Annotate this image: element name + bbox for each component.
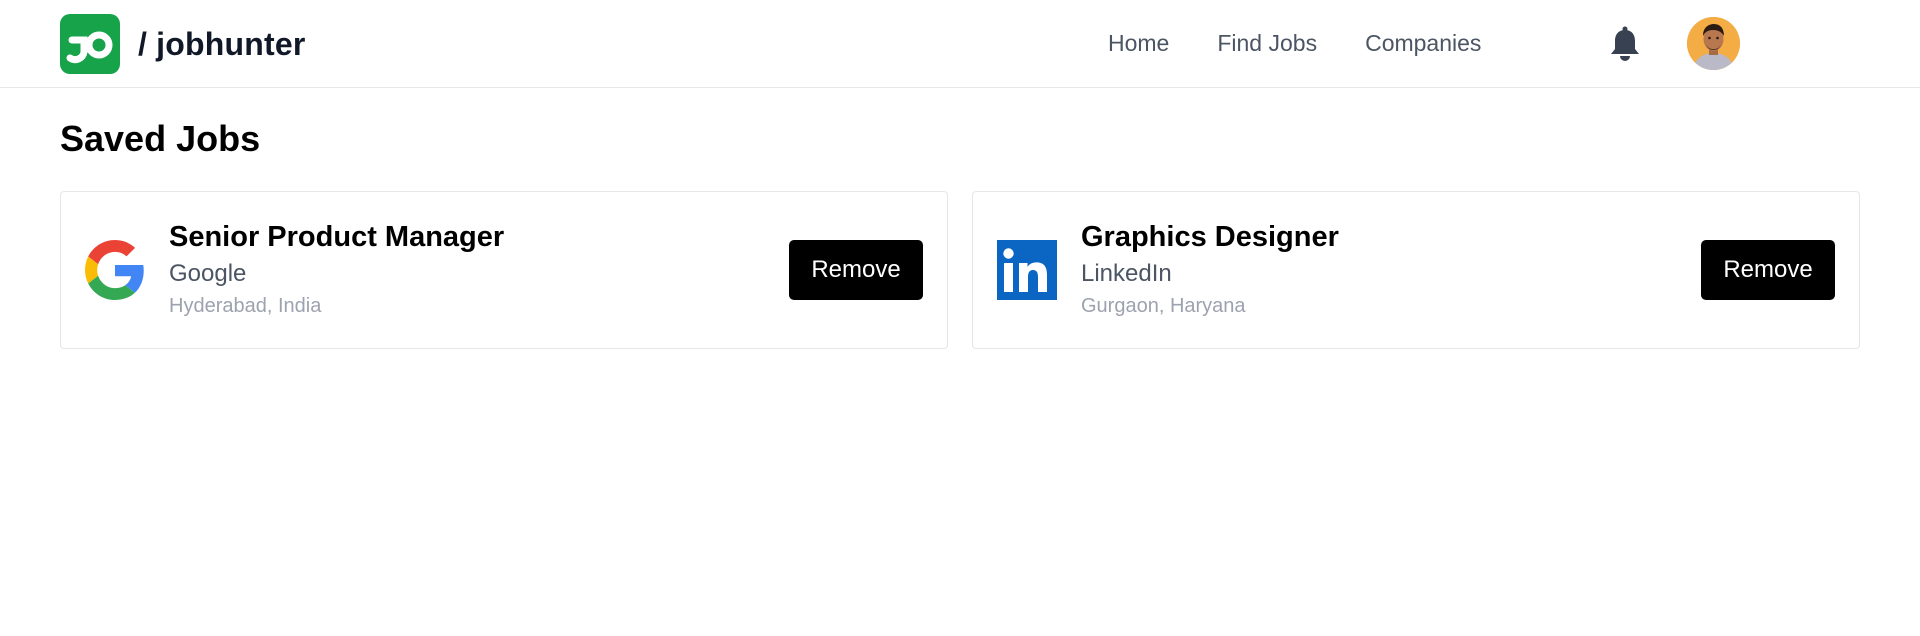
job-location: Hyderabad, India <box>169 295 322 317</box>
remove-button[interactable]: Remove <box>1701 240 1835 300</box>
google-icon <box>85 240 145 300</box>
job-location: Gurgaon, Haryana <box>1081 295 1246 317</box>
remove-button[interactable]: Remove <box>789 240 923 300</box>
brand-name[interactable]: / jobhunter <box>138 26 306 63</box>
company-name: Google <box>169 260 247 287</box>
nav-home[interactable]: Home <box>1108 30 1169 57</box>
saved-job-card[interactable]: Senior Product Manager Google Hyderabad,… <box>60 191 948 349</box>
job-info: Senior Product Manager Google Hyderabad,… <box>169 218 504 321</box>
nav-companies[interactable]: Companies <box>1365 30 1481 57</box>
linkedin-icon <box>997 240 1057 300</box>
job-info: Graphics Designer LinkedIn Gurgaon, Hary… <box>1081 218 1339 321</box>
nav-find-jobs[interactable]: Find Jobs <box>1217 30 1317 57</box>
brand[interactable]: / jobhunter <box>60 14 306 74</box>
top-navbar: / jobhunter Home Find Jobs Companies <box>0 0 1920 88</box>
job-title[interactable]: Senior Product Manager <box>169 218 504 256</box>
user-avatar[interactable] <box>1687 17 1740 70</box>
saved-job-card[interactable]: Graphics Designer LinkedIn Gurgaon, Hary… <box>972 191 1860 349</box>
jobhunter-logo-icon[interactable] <box>60 14 120 74</box>
company-name: LinkedIn <box>1081 260 1172 287</box>
bell-icon[interactable] <box>1608 26 1642 62</box>
page-title: Saved Jobs <box>60 118 261 159</box>
job-title[interactable]: Graphics Designer <box>1081 218 1339 256</box>
main-nav: Home Find Jobs Companies <box>1108 30 1529 57</box>
